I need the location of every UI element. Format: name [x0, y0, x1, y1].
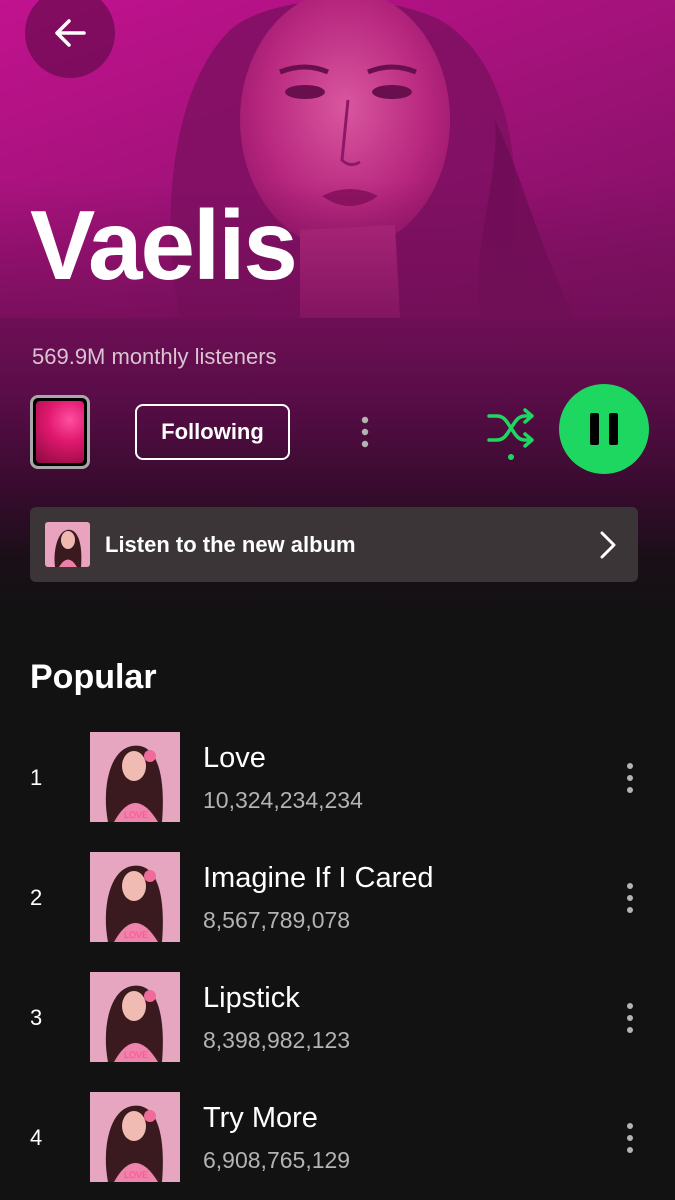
cover-text: LOVE [124, 930, 148, 940]
track-number: 4 [30, 1125, 43, 1150]
album-cover-thumbnail [45, 522, 90, 567]
more-vertical-icon [627, 1123, 633, 1153]
cover-text: LOVE [124, 810, 148, 820]
more-vertical-icon [627, 883, 633, 913]
shuffle-button[interactable] [484, 404, 538, 464]
new-album-banner[interactable]: Listen to the new album [30, 507, 638, 582]
track-cover: LOVE [90, 732, 180, 822]
track-row[interactable]: 2 LOVE Imagine If I Cared 8,567,789,078 [0, 852, 675, 944]
track-play-count: 8,567,789,078 [203, 907, 351, 933]
track-row[interactable]: 3 LOVE Lipstick 8,398,982,123 [0, 972, 675, 1064]
track-title: Love [203, 742, 266, 774]
track-number: 2 [30, 885, 43, 910]
track-number: 1 [30, 765, 43, 790]
cover-text: LOVE [124, 1170, 148, 1180]
popular-heading: Popular [30, 658, 157, 696]
new-album-text: Listen to the new album [105, 532, 356, 557]
cover-text: LOVE [124, 1050, 148, 1060]
artist-name: Vaelis [30, 190, 298, 300]
follow-button[interactable]: Following [135, 404, 290, 460]
track-cover: LOVE [90, 1092, 180, 1182]
monthly-listeners: 569.9M monthly listeners [32, 344, 277, 369]
track-play-count: 10,324,234,234 [203, 787, 363, 813]
chevron-right-icon [600, 531, 616, 559]
more-vertical-icon [627, 1003, 633, 1033]
more-options-button[interactable] [350, 410, 380, 454]
more-vertical-icon [627, 763, 633, 793]
track-more-button[interactable] [616, 998, 644, 1038]
shuffle-icon [487, 408, 534, 460]
track-row[interactable]: 1 LOVE Love 10,324,234,234 [0, 732, 675, 824]
track-title: Imagine If I Cared [203, 862, 434, 894]
arrow-left-icon [55, 19, 86, 47]
preview-image [36, 401, 84, 463]
track-number: 3 [30, 1005, 43, 1030]
track-more-button[interactable] [616, 878, 644, 918]
pause-icon [590, 413, 618, 445]
track-cover: LOVE [90, 852, 180, 942]
track-more-button[interactable] [616, 1118, 644, 1158]
more-vertical-icon [361, 416, 369, 448]
track-play-count: 8,398,982,123 [203, 1027, 351, 1053]
track-cover: LOVE [90, 972, 180, 1062]
track-more-button[interactable] [616, 758, 644, 798]
track-title: Lipstick [203, 982, 300, 1014]
artist-hero: Vaelis [0, 0, 675, 318]
artist-preview-thumbnail[interactable] [30, 395, 90, 469]
track-row[interactable]: 4 LOVE Try More 6,908,765,129 [0, 1092, 675, 1184]
pause-button[interactable] [559, 384, 649, 474]
track-title: Try More [203, 1102, 318, 1134]
track-play-count: 6,908,765,129 [203, 1147, 351, 1173]
